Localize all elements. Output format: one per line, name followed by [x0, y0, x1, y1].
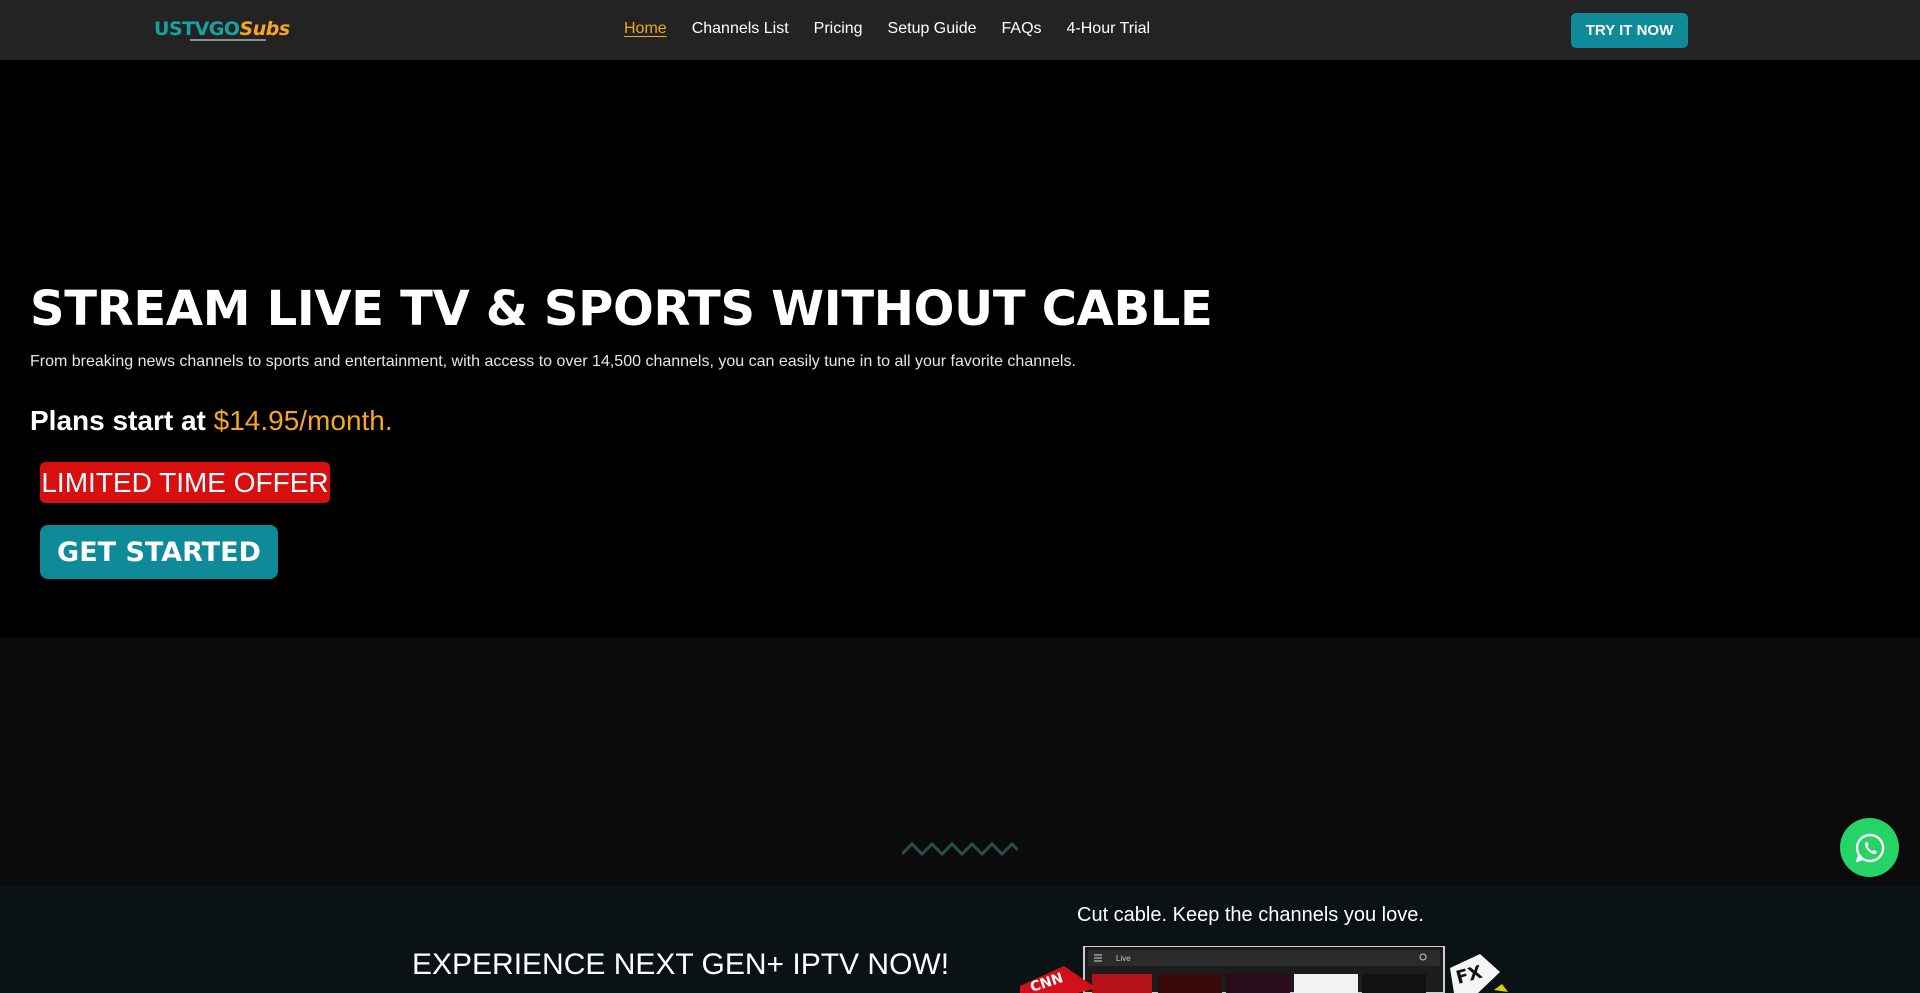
nav-home[interactable]: Home — [624, 20, 667, 38]
fx-cube-logo: FX — [1450, 954, 1500, 993]
hero-title: STREAM LIVE TV & SPORTS WITHOUT CABLE — [30, 281, 1213, 337]
next-gen-tagline: Cut cable. Keep the channels you love. — [1077, 904, 1424, 926]
logo-text-ustvgo: USTVGO — [154, 18, 240, 40]
wave-divider-icon — [902, 842, 1018, 856]
app-mockup-image: Live CNN FX — [1020, 946, 1508, 993]
limited-offer-badge: LIMITED TIME OFFER — [40, 462, 330, 503]
nav-pricing[interactable]: Pricing — [814, 20, 863, 38]
logo-text-subs: Subs — [239, 18, 291, 40]
plans-price: $14.95/month. — [213, 405, 393, 436]
divider-band — [0, 638, 1920, 886]
next-gen-section: EXPERIENCE NEXT GEN+ IPTV NOW! Cut cable… — [0, 886, 1920, 993]
nav-setup-guide[interactable]: Setup Guide — [888, 20, 977, 38]
plans-text: Plans start at $14.95/month. — [30, 405, 393, 437]
nav-trial[interactable]: 4-Hour Trial — [1067, 20, 1151, 38]
hero-subtitle: From breaking news channels to sports an… — [30, 353, 1076, 370]
plans-prefix: Plans start at — [30, 405, 206, 436]
logo-tagline-line — [190, 39, 266, 41]
site-header: USTVGOSubs Home Channels List Pricing Se… — [0, 0, 1920, 60]
next-gen-title: EXPERIENCE NEXT GEN+ IPTV NOW! — [412, 948, 950, 981]
try-it-now-button[interactable]: TRY IT NOW — [1571, 13, 1688, 48]
nav-faqs[interactable]: FAQs — [1002, 20, 1042, 38]
whatsapp-icon — [1855, 833, 1884, 862]
get-started-button[interactable]: GET STARTED — [40, 525, 278, 579]
logo[interactable]: USTVGOSubs — [154, 18, 290, 44]
nav-channels-list[interactable]: Channels List — [692, 20, 789, 38]
mockup-search-label: Live — [1116, 954, 1131, 963]
whatsapp-chat-button[interactable] — [1840, 818, 1899, 877]
main-nav: Home Channels List Pricing Setup Guide F… — [624, 20, 1150, 38]
hero-section: STREAM LIVE TV & SPORTS WITHOUT CABLE Fr… — [0, 60, 1920, 638]
